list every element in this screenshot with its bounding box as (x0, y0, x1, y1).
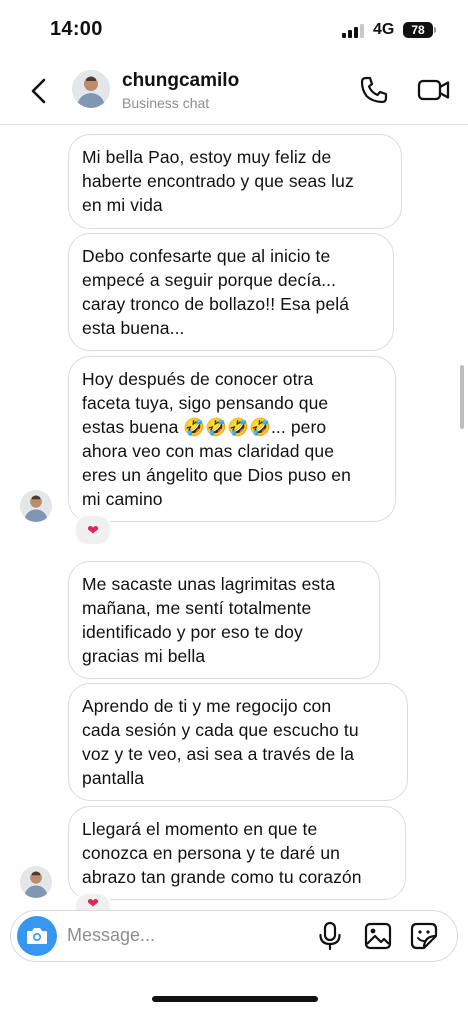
message-composer: Message... (10, 910, 458, 962)
message-bubble[interactable]: Aprendo de ti y me regocijo con cada ses… (68, 683, 408, 801)
chevron-left-icon (31, 78, 46, 104)
profile-photo (20, 866, 52, 898)
microphone-icon (319, 921, 341, 951)
heart-icon: ❤ (87, 894, 99, 911)
video-call-button[interactable] (416, 74, 452, 106)
status-time: 14:00 (50, 18, 103, 40)
avatar[interactable] (20, 866, 52, 898)
message-bubble[interactable]: Mi bella Pao, estoy muy feliz de haberte… (68, 134, 402, 229)
back-button[interactable] (26, 76, 54, 106)
profile-photo (20, 490, 52, 522)
heart-icon: ❤ (87, 521, 99, 538)
battery-icon: 78 (403, 22, 433, 38)
profile-photo (72, 70, 110, 108)
gallery-button[interactable] (363, 921, 393, 951)
battery-tip (434, 27, 436, 33)
message-bubble[interactable]: Hoy después de conocer otra faceta tuya,… (68, 356, 396, 522)
home-indicator[interactable] (152, 996, 318, 1002)
message-bubble[interactable]: Me sacaste unas lagrimitas esta mañana, … (68, 561, 380, 679)
avatar[interactable] (20, 490, 52, 522)
message-bubble[interactable]: Llegará el momento en que te conozca en … (68, 806, 406, 900)
voice-message-button[interactable] (317, 921, 343, 951)
heart-reaction[interactable]: ❤ (74, 514, 112, 546)
video-camera-icon (417, 79, 450, 101)
camera-button[interactable] (17, 916, 57, 956)
sticker-button[interactable] (409, 921, 439, 951)
call-button[interactable] (358, 74, 390, 106)
cell-signal-icon (342, 22, 366, 38)
message-input[interactable]: Message... (67, 925, 155, 946)
battery-level: 78 (411, 23, 425, 37)
scrollbar[interactable] (460, 365, 464, 429)
image-icon (364, 922, 392, 950)
message-bubble[interactable]: Debo confesarte que al inicio te empecé … (68, 233, 394, 351)
phone-icon (360, 76, 388, 104)
chat-header: chungcamilo Business chat (0, 58, 468, 125)
contact-subtitle: Business chat (122, 95, 210, 111)
camera-icon (27, 928, 47, 944)
contact-name[interactable]: chungcamilo (122, 70, 239, 92)
network-type: 4G (373, 21, 395, 38)
sticker-icon (410, 922, 438, 950)
avatar[interactable] (72, 70, 110, 108)
